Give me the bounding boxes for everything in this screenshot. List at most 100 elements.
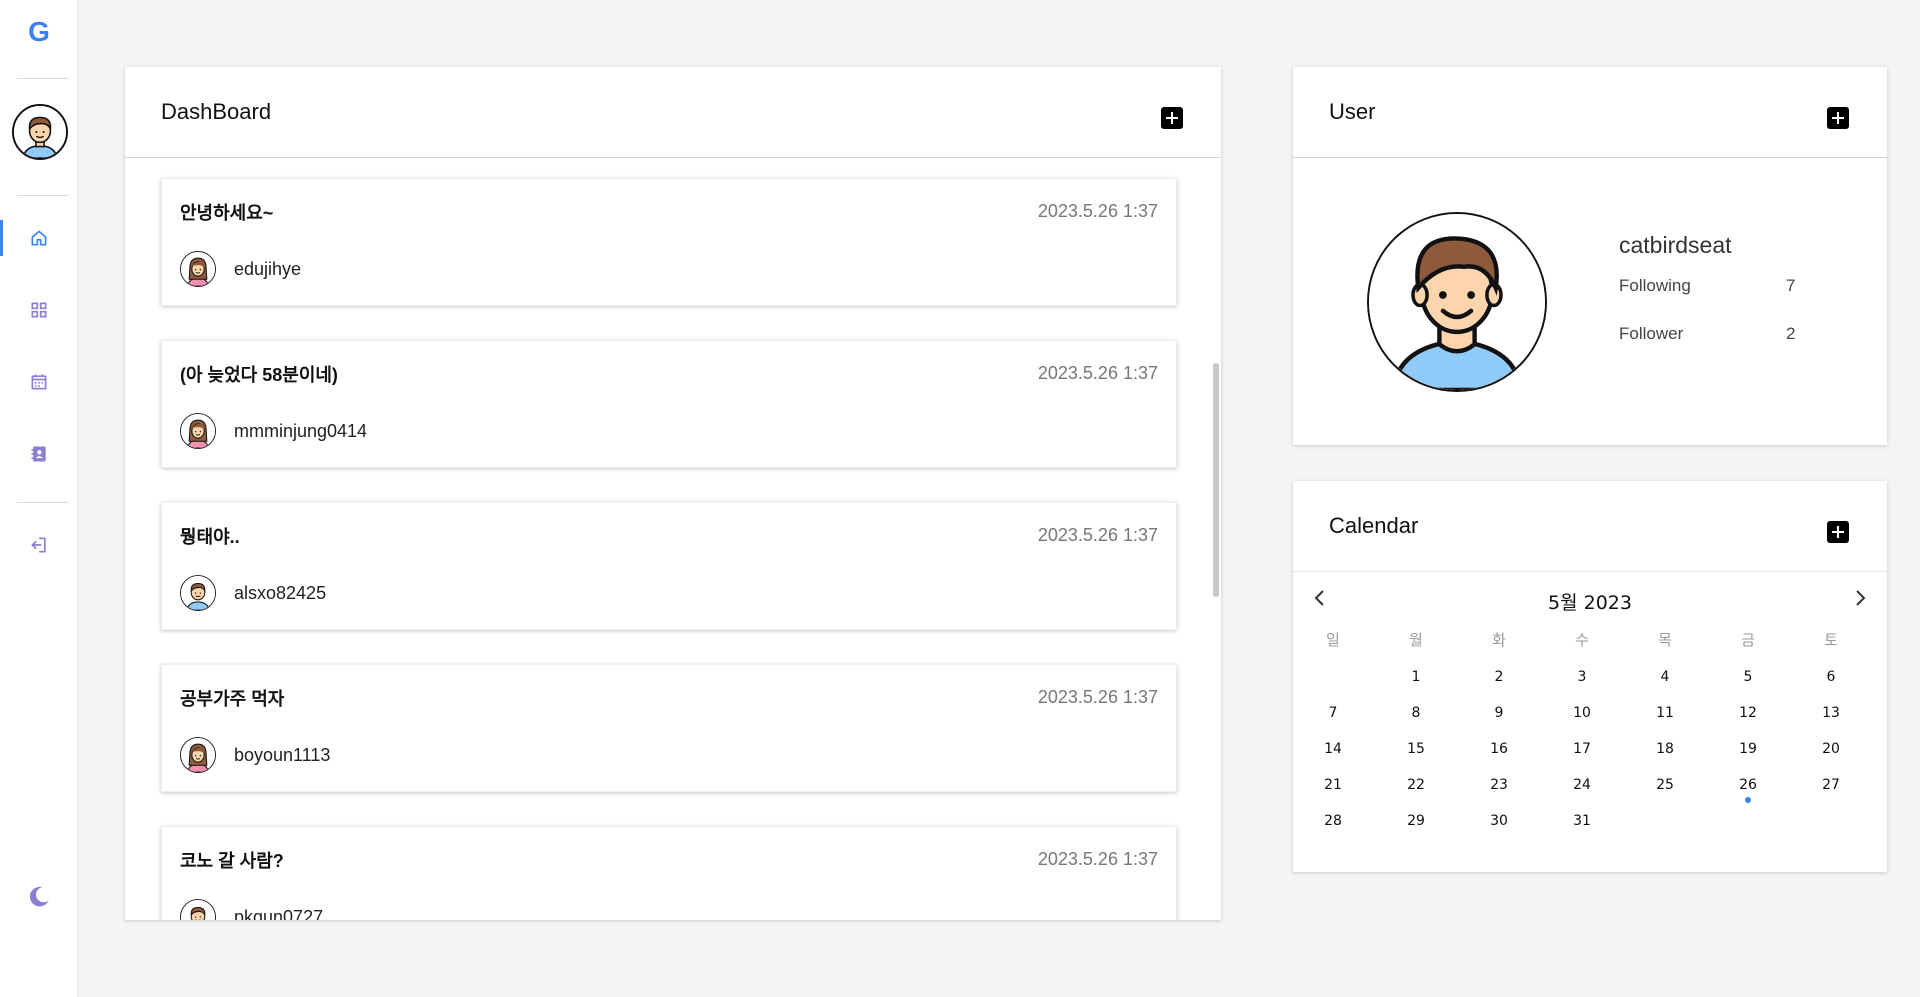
contacts-icon xyxy=(31,446,46,462)
moon-icon[interactable] xyxy=(26,884,52,910)
calendar-day[interactable]: 13 xyxy=(1811,699,1851,727)
calendar-widget: 5월 2023 일 월 화 수 목 금 토 1 2 3 4 5 6 7 8 9 10 11 12 13 14 15 16 17… xyxy=(1294,571,1886,871)
calendar-add-button[interactable] xyxy=(1827,521,1849,543)
calendar-day[interactable]: 14 xyxy=(1313,735,1353,763)
calendar-day[interactable]: 3 xyxy=(1562,663,1602,691)
nav-calendar[interactable] xyxy=(0,360,78,404)
following-label[interactable]: Following xyxy=(1619,276,1691,296)
post-author-avatar[interactable] xyxy=(180,737,216,773)
post-title[interactable]: (아 늦었다 58분이네) xyxy=(180,361,338,387)
chevron-right-icon xyxy=(1856,590,1866,606)
post-item[interactable]: 안녕하세요~ 2023.5.26 1:37 edujihye xyxy=(161,178,1177,306)
boy-avatar-icon xyxy=(1369,214,1545,390)
post-author-avatar[interactable] xyxy=(180,575,216,611)
post-item[interactable]: 공부가주 먹자 2023.5.26 1:37 boyoun1113 xyxy=(161,664,1177,792)
user-name: catbirdseat xyxy=(1619,232,1732,258)
calendar-day[interactable]: 17 xyxy=(1562,735,1602,763)
calendar-day[interactable]: 10 xyxy=(1562,699,1602,727)
calendar-day[interactable]: 18 xyxy=(1645,735,1685,763)
nav-contacts[interactable] xyxy=(0,432,78,476)
follower-count[interactable]: 2 xyxy=(1786,324,1795,344)
calendar-day[interactable]: 5 xyxy=(1728,663,1768,691)
weekday-label: 일 xyxy=(1326,631,1340,649)
calendar-day[interactable]: 30 xyxy=(1479,807,1519,835)
post-author-name[interactable]: boyoun1113 xyxy=(234,745,330,766)
dashboard-scrollbar[interactable] xyxy=(1213,363,1219,597)
post-title[interactable]: 뭥태야.. xyxy=(180,523,240,549)
grid-icon xyxy=(31,302,47,318)
post-title[interactable]: 코노 갈 사람? xyxy=(180,847,284,873)
calendar-day[interactable]: 9 xyxy=(1479,699,1519,727)
weekday-label: 토 xyxy=(1824,631,1838,649)
calendar-day[interactable]: 28 xyxy=(1313,807,1353,835)
user-avatar[interactable] xyxy=(1367,212,1547,392)
boy-avatar-icon xyxy=(181,576,215,610)
post-item[interactable]: (아 늦었다 58분이네) 2023.5.26 1:37 mmminjung0414 xyxy=(161,340,1177,468)
sidebar-divider xyxy=(17,195,69,196)
calendar-month[interactable]: 5월 2023 xyxy=(1294,588,1886,615)
post-time: 2023.5.26 1:37 xyxy=(1037,687,1158,707)
event-dot xyxy=(1745,797,1751,803)
calendar-header: Calendar xyxy=(1293,481,1887,572)
post-time: 2023.5.26 1:37 xyxy=(1037,363,1158,383)
sidebar-divider xyxy=(17,78,69,79)
calendar-day[interactable]: 29 xyxy=(1396,807,1436,835)
nav-logout[interactable] xyxy=(0,523,78,567)
calendar-day[interactable]: 26 xyxy=(1728,771,1768,803)
calendar-day[interactable]: 24 xyxy=(1562,771,1602,799)
calendar-day[interactable]: 21 xyxy=(1313,771,1353,799)
calendar-day[interactable]: 6 xyxy=(1811,663,1851,691)
calendar-day[interactable]: 23 xyxy=(1479,771,1519,799)
weekday-label: 수 xyxy=(1575,631,1589,649)
post-author-avatar[interactable] xyxy=(180,251,216,287)
post-author-name[interactable]: edujihye xyxy=(234,259,301,280)
next-month-button[interactable] xyxy=(1848,586,1872,610)
calendar-day[interactable]: 15 xyxy=(1396,735,1436,763)
dashboard-add-button[interactable] xyxy=(1161,107,1183,129)
calendar-day[interactable]: 7 xyxy=(1313,699,1353,727)
calendar-day[interactable]: 16 xyxy=(1479,735,1519,763)
nav-grid[interactable] xyxy=(0,288,78,332)
dashboard-title: DashBoard xyxy=(161,99,272,124)
post-time: 2023.5.26 1:37 xyxy=(1037,849,1158,869)
calendar-day[interactable]: 25 xyxy=(1645,771,1685,799)
calendar-day[interactable]: 1 xyxy=(1396,663,1436,691)
weekday-label: 월 xyxy=(1409,631,1423,649)
sidebar-avatar[interactable] xyxy=(12,104,68,160)
post-item[interactable]: 코노 갈 사람? 2023.5.26 1:37 pkgun0727 xyxy=(161,826,1177,920)
post-item[interactable]: 뭥태야.. 2023.5.26 1:37 alsxo82425 xyxy=(161,502,1177,630)
calendar-day[interactable]: 20 xyxy=(1811,735,1851,763)
boy-avatar-icon xyxy=(14,106,66,158)
user-add-button[interactable] xyxy=(1827,107,1849,129)
post-title[interactable]: 안녕하세요~ xyxy=(180,199,273,225)
post-author-name[interactable]: mmminjung0414 xyxy=(234,421,367,442)
post-author-name[interactable]: pkgun0727 xyxy=(234,907,323,920)
calendar-day[interactable]: 31 xyxy=(1562,807,1602,835)
calendar-day[interactable]: 2 xyxy=(1479,663,1519,691)
post-title[interactable]: 공부가주 먹자 xyxy=(180,685,284,711)
calendar-day[interactable]: 12 xyxy=(1728,699,1768,727)
app-logo[interactable]: G xyxy=(0,16,78,48)
girl-avatar-icon xyxy=(181,738,215,772)
calendar-day[interactable]: 4 xyxy=(1645,663,1685,691)
calendar-day[interactable]: 8 xyxy=(1396,699,1436,727)
calendar-day[interactable]: 19 xyxy=(1728,735,1768,763)
post-author-name[interactable]: alsxo82425 xyxy=(234,583,326,604)
calendar-day[interactable]: 27 xyxy=(1811,771,1851,799)
logout-icon xyxy=(31,537,46,553)
follower-label[interactable]: Follower xyxy=(1619,324,1683,344)
post-time: 2023.5.26 1:37 xyxy=(1037,525,1158,545)
calendar-day[interactable]: 11 xyxy=(1645,699,1685,727)
following-count[interactable]: 7 xyxy=(1786,276,1795,296)
weekday-label: 목 xyxy=(1658,631,1672,649)
calendar-icon xyxy=(31,374,47,390)
post-time: 2023.5.26 1:37 xyxy=(1037,201,1158,221)
dashboard-header: DashBoard xyxy=(125,67,1221,158)
calendar-day[interactable]: 22 xyxy=(1396,771,1436,799)
nav-home[interactable] xyxy=(0,216,78,260)
post-list[interactable]: 안녕하세요~ 2023.5.26 1:37 edujihye (아 늦었다 58분이네… xyxy=(125,159,1221,920)
sidebar-divider xyxy=(17,502,69,503)
calendar-card: Calendar 5월 2023 일 월 화 수 목 금 토 1 2 3 4 5 6 7 8 9 10 11 12 1… xyxy=(1293,481,1887,872)
post-author-avatar[interactable] xyxy=(180,899,216,920)
post-author-avatar[interactable] xyxy=(180,413,216,449)
